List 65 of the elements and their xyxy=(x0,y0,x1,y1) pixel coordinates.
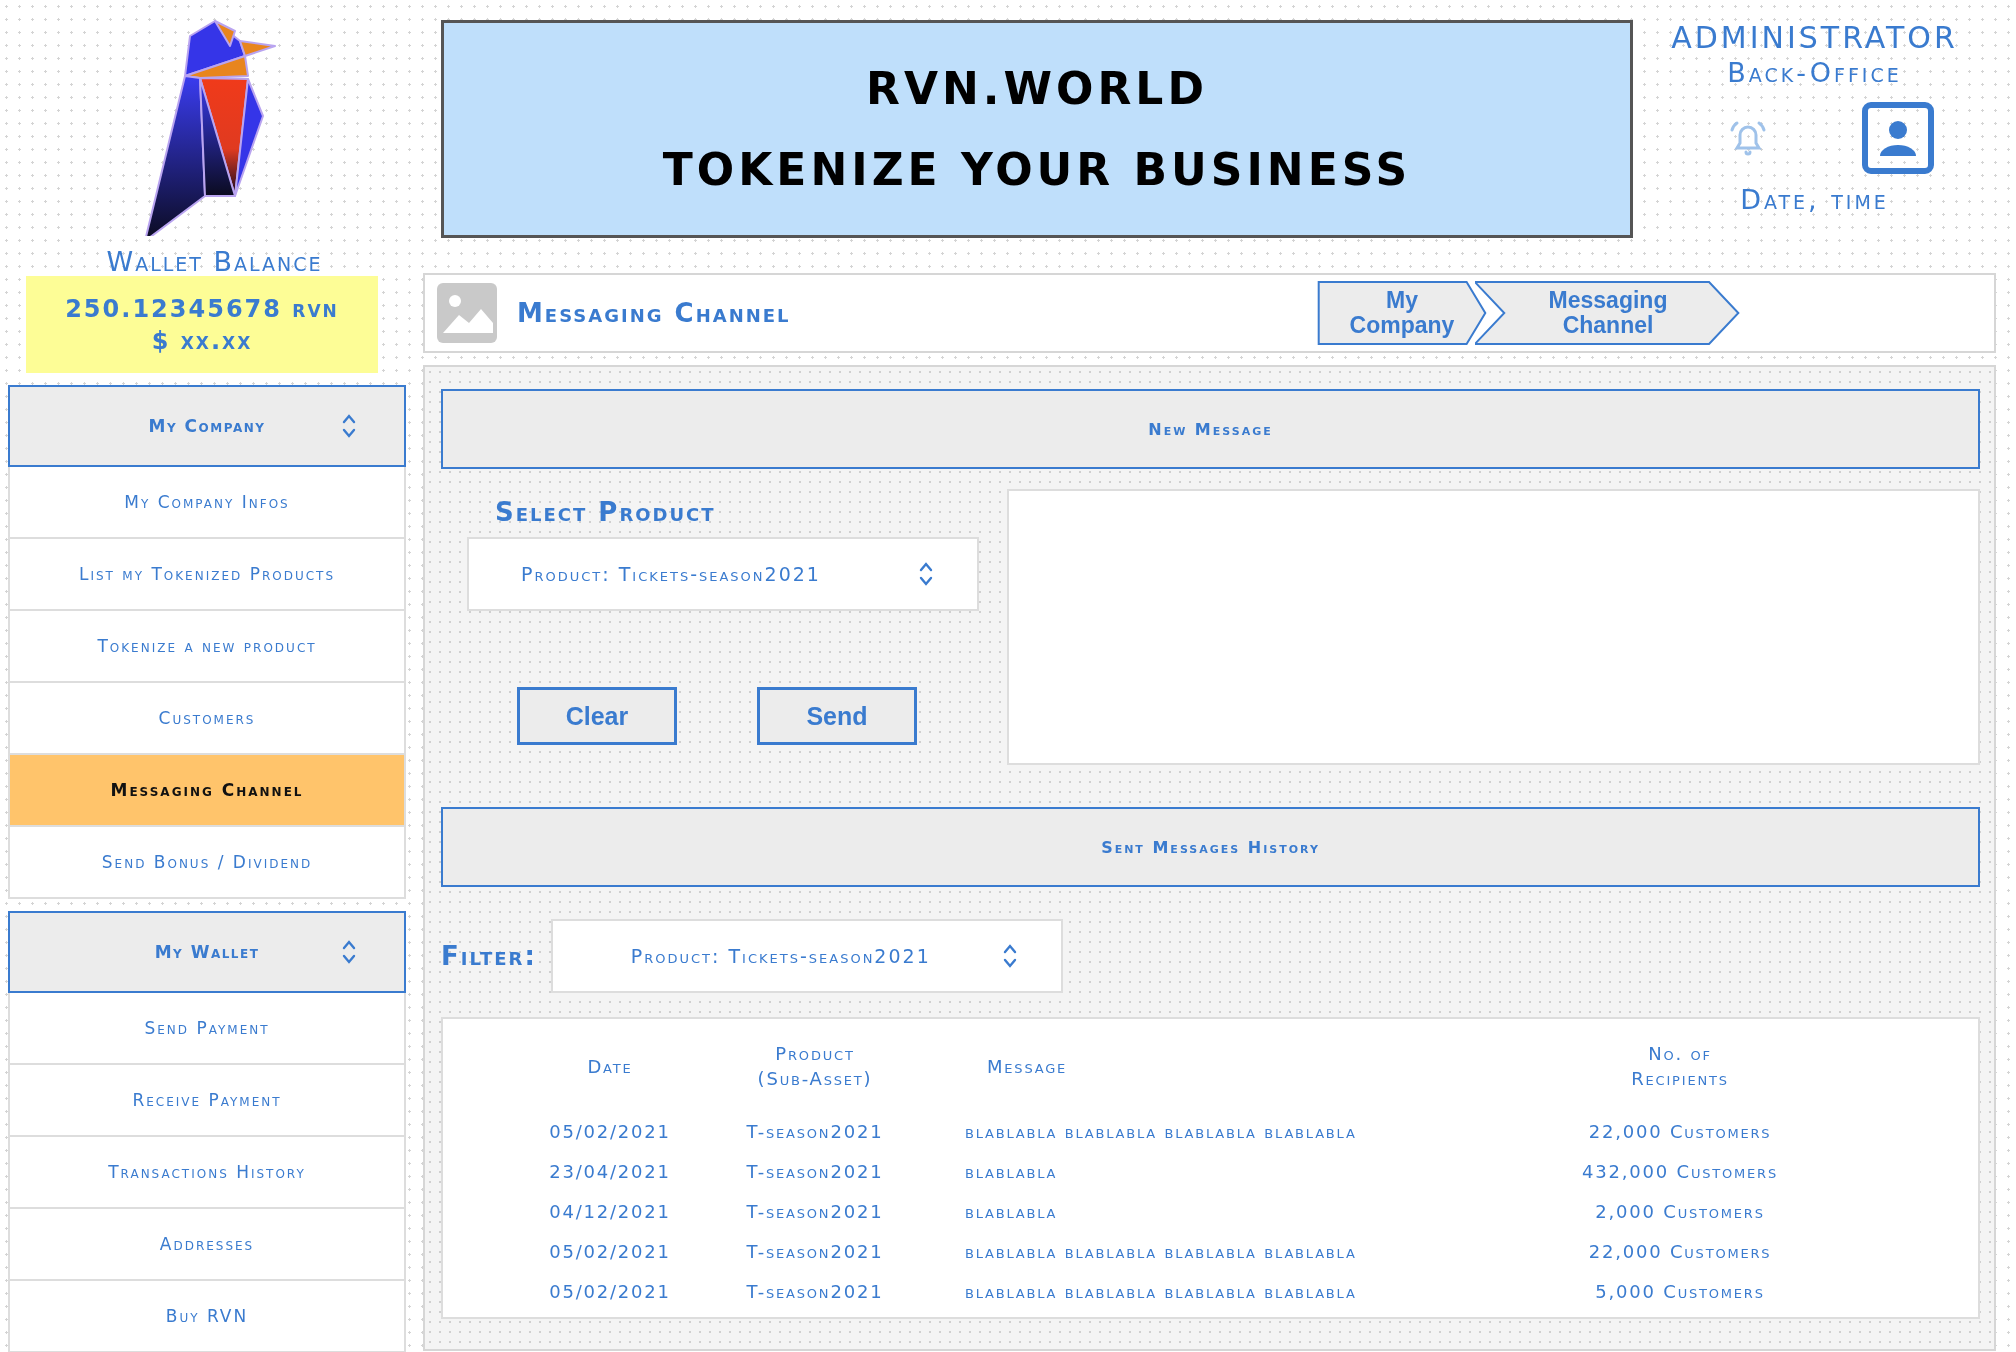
sidebar-item[interactable]: Messaging Channel xyxy=(8,755,406,827)
sidebar-item[interactable]: My Company Infos xyxy=(8,467,406,539)
sidebar-item[interactable]: Addresses xyxy=(8,1209,406,1281)
table-cell-text: 05/02/2021 xyxy=(548,1279,672,1304)
table-cell-text: blablabla blablabla blablabla blablabla xyxy=(964,1239,1358,1264)
menu-group-label: My Company xyxy=(148,416,266,436)
table-cell-text: T-season2021 xyxy=(745,1119,885,1144)
user-profile-icon[interactable] xyxy=(1861,102,1934,174)
table-cell-text: 5,000 Customers xyxy=(1594,1279,1766,1304)
chevron-up-down-icon xyxy=(342,413,356,439)
menu-group-header[interactable]: My Company xyxy=(8,385,406,467)
table-cell-text: T-season2021 xyxy=(745,1199,885,1224)
breadcrumb-step[interactable]: My Company xyxy=(1317,281,1487,345)
date-time-label: Date, time xyxy=(1740,184,1889,215)
table-cell-text: 432,000 Customers xyxy=(1581,1159,1779,1184)
table-cell-text: 22,000 Customers xyxy=(1587,1119,1773,1144)
sidebar-item[interactable]: Send Bonus / Dividend xyxy=(8,827,406,899)
sidebar-item[interactable]: Customers xyxy=(8,683,406,755)
column-header: Message xyxy=(986,1054,1069,1079)
breadcrumb-step[interactable]: Messaging Channel xyxy=(1475,281,1741,345)
table-cell-text: 05/02/2021 xyxy=(548,1119,672,1144)
chevron-up-down-icon xyxy=(919,561,933,587)
sidebar-item[interactable]: Tokenize a new product xyxy=(8,611,406,683)
area-label: Back-Office xyxy=(1727,56,1902,90)
table-cell-text: 04/12/2021 xyxy=(548,1199,672,1224)
section-header: New Message xyxy=(441,389,1980,469)
action-button[interactable]: Clear xyxy=(517,687,677,745)
select-product-label: Select Product xyxy=(495,497,717,527)
message-field[interactable] xyxy=(1007,489,1980,765)
fiat-balance: $ xx.xx xyxy=(151,325,253,357)
menu-group-label: My Wallet xyxy=(154,942,260,962)
sidebar-item[interactable]: Transactions History xyxy=(8,1137,406,1209)
table-cell-text: 23/04/2021 xyxy=(548,1159,672,1184)
section-header: Sent Messages History xyxy=(441,807,1980,887)
filter-dropdown[interactable]: Product: Tickets-season2021 xyxy=(550,919,1063,993)
chevron-up-down-icon xyxy=(1002,943,1017,969)
filter-label: Filter: xyxy=(441,941,537,971)
banner-title: RVN.WORLD xyxy=(866,63,1208,114)
banner-title: TOKENIZE YOUR BUSINESS xyxy=(662,144,1412,195)
image-placeholder-icon xyxy=(437,283,497,343)
table-cell-text: T-season2021 xyxy=(745,1279,885,1304)
table-cell-text: 2,000 Customers xyxy=(1594,1199,1766,1224)
wallet-balance-title: Wallet Balance xyxy=(105,248,324,276)
chevron-up-down-icon xyxy=(342,939,356,965)
product-dropdown[interactable]: Product: Tickets-season2021 xyxy=(467,537,979,611)
column-header: Product (Sub-Asset) xyxy=(756,1042,874,1091)
role-label: ADMINISTRATOR xyxy=(1671,20,1958,56)
table-cell-text: blablabla blablabla blablabla blablabla xyxy=(964,1119,1358,1144)
column-header: No. of Recipients xyxy=(1630,1042,1730,1091)
sidebar-item[interactable]: List my Tokenized Products xyxy=(8,539,406,611)
column-header: Date xyxy=(586,1054,634,1079)
table-cell-text: blablabla xyxy=(964,1159,1059,1184)
sidebar-item[interactable]: Receive Payment xyxy=(8,1065,406,1137)
page-title: Messaging Channel xyxy=(517,298,792,328)
table-cell-text: T-season2021 xyxy=(745,1159,885,1184)
menu-group-header[interactable]: My Wallet xyxy=(8,911,406,993)
sidebar-item[interactable]: Send Payment xyxy=(8,993,406,1065)
action-button[interactable]: Send xyxy=(757,687,917,745)
table-cell-text: T-season2021 xyxy=(745,1239,885,1264)
table-cell-text: 22,000 Customers xyxy=(1587,1239,1773,1264)
rvn-balance: 250.12345678 rvn xyxy=(65,293,339,325)
table-cell-text: blablabla xyxy=(964,1199,1059,1224)
table-cell-text: blablabla blablabla blablabla blablabla xyxy=(964,1279,1358,1304)
sidebar-item[interactable]: Buy RVN xyxy=(8,1281,406,1352)
table-cell-text: 05/02/2021 xyxy=(548,1239,672,1264)
